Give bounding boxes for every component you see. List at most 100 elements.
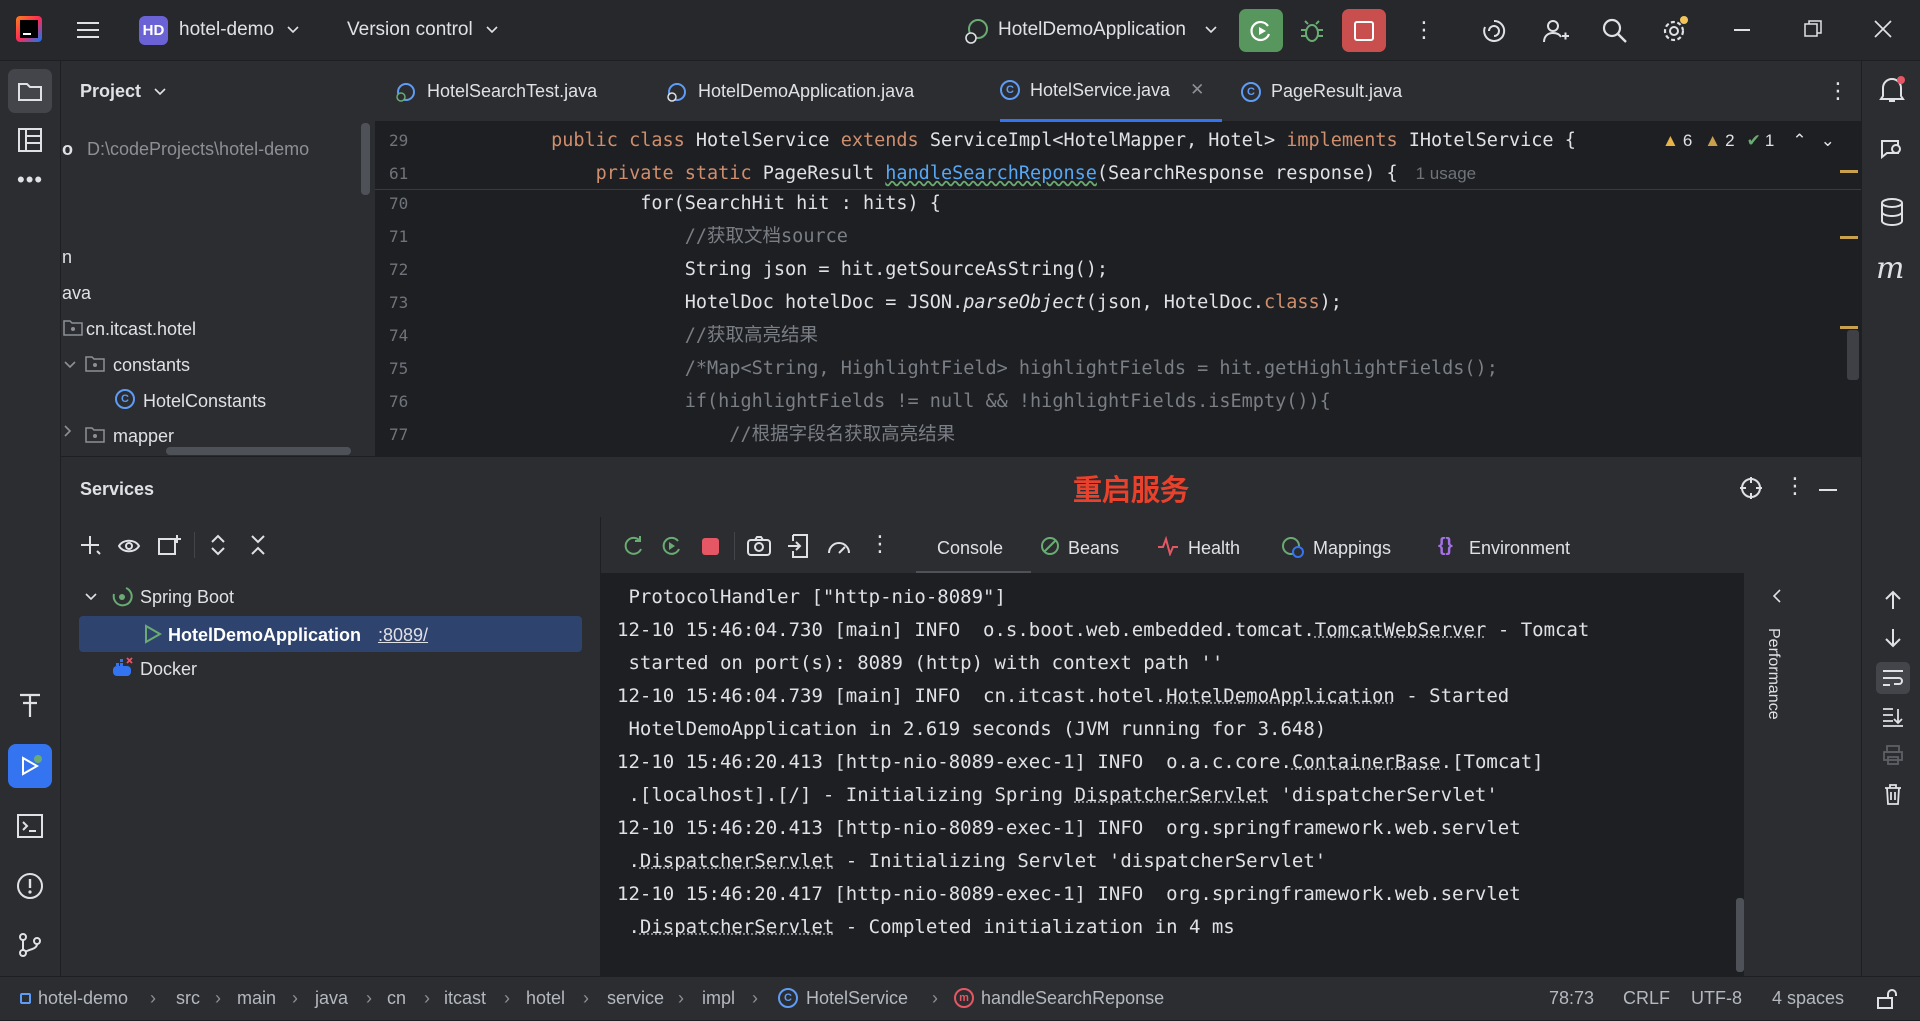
tree-item[interactable]: ava bbox=[62, 283, 91, 304]
tab-page-result[interactable]: C PageResult.java bbox=[1241, 61, 1402, 122]
structure-icon[interactable] bbox=[17, 127, 43, 153]
breadcrumb-item[interactable]: HotelService bbox=[806, 988, 908, 1009]
port-link[interactable]: :8089/ bbox=[378, 625, 428, 646]
project-badge[interactable]: HD bbox=[139, 16, 168, 45]
breadcrumb-item[interactable]: main bbox=[237, 988, 276, 1009]
line-number[interactable]: 70 bbox=[389, 187, 449, 220]
ai-assistant-icon[interactable] bbox=[1481, 18, 1507, 44]
console-scrollbar[interactable] bbox=[1736, 898, 1744, 972]
code-line[interactable]: 29 public class HotelService extends Ser… bbox=[375, 124, 1861, 157]
hide-panel-icon[interactable] bbox=[1819, 489, 1837, 491]
breadcrumb-item[interactable]: src bbox=[176, 988, 200, 1009]
console-options-icon[interactable]: ⋮ bbox=[869, 531, 891, 557]
add-user-icon[interactable] bbox=[1542, 17, 1570, 45]
arrow-down-icon[interactable] bbox=[1883, 628, 1903, 648]
maven-icon[interactable]: m bbox=[1876, 251, 1904, 286]
line-number[interactable]: 29 bbox=[389, 124, 449, 157]
tab-health[interactable]: Health bbox=[1188, 538, 1240, 559]
project-tool-button[interactable] bbox=[8, 69, 52, 113]
code-line[interactable]: 75 /*Map<String, HighlightField> highlig… bbox=[375, 352, 1861, 385]
profiler-gauge-icon[interactable] bbox=[826, 535, 852, 557]
restore-window-icon[interactable] bbox=[1804, 20, 1822, 38]
new-group-icon[interactable] bbox=[158, 534, 182, 556]
breadcrumb-item[interactable]: hotel-demo bbox=[38, 988, 128, 1009]
tree-item-mapper[interactable]: mapper bbox=[113, 426, 174, 447]
settings-gear-icon[interactable] bbox=[1660, 15, 1690, 45]
code-line[interactable]: 74 //获取高亮结果 bbox=[375, 319, 1861, 352]
code-area[interactable]: 29 public class HotelService extends Ser… bbox=[375, 124, 1861, 456]
minimize-window-icon[interactable] bbox=[1734, 29, 1750, 31]
line-number[interactable]: 75 bbox=[389, 352, 449, 385]
arrow-up-icon[interactable] bbox=[1883, 590, 1903, 610]
terminal-icon[interactable] bbox=[17, 814, 43, 838]
services-tool-button[interactable] bbox=[8, 744, 52, 788]
caret-position[interactable]: 78:73 bbox=[1549, 988, 1594, 1009]
performance-side-tab[interactable]: Performance bbox=[1764, 628, 1782, 720]
expand-all-icon[interactable] bbox=[210, 534, 226, 556]
close-window-icon[interactable] bbox=[1874, 20, 1892, 38]
crosshair-icon[interactable] bbox=[1739, 476, 1763, 500]
breadcrumb-item[interactable]: handleSearchReponse bbox=[981, 988, 1164, 1009]
indent-setting[interactable]: 4 spaces bbox=[1772, 988, 1844, 1009]
tree-item-constants[interactable]: constants bbox=[113, 355, 190, 376]
thread-dump-camera-icon[interactable] bbox=[747, 535, 771, 557]
tab-mappings[interactable]: Mappings bbox=[1313, 538, 1391, 559]
run-config-selector[interactable]: HotelDemoApplication bbox=[998, 19, 1186, 41]
lock-open-icon[interactable] bbox=[1876, 988, 1898, 1010]
line-number[interactable]: 61 bbox=[389, 157, 449, 190]
code-line[interactable]: 76 if(highlightFields != null && !highli… bbox=[375, 385, 1861, 418]
chevron-down-icon[interactable] bbox=[64, 360, 76, 370]
notifications-icon[interactable] bbox=[1878, 75, 1906, 105]
editor-scrollbar[interactable] bbox=[1847, 330, 1859, 380]
tree-item-class[interactable]: HotelConstants bbox=[143, 391, 266, 412]
search-icon[interactable] bbox=[1601, 17, 1629, 45]
file-encoding[interactable]: UTF-8 bbox=[1691, 988, 1742, 1009]
problems-icon[interactable] bbox=[16, 872, 44, 900]
breadcrumb-item[interactable]: itcast bbox=[444, 988, 486, 1009]
vertical-scrollbar[interactable] bbox=[361, 123, 370, 195]
tree-item[interactable]: n bbox=[62, 247, 72, 268]
horizontal-scrollbar[interactable] bbox=[166, 447, 351, 455]
tree-item-app[interactable]: HotelDemoApplication bbox=[168, 625, 361, 646]
breadcrumb-item[interactable]: java bbox=[315, 988, 348, 1009]
usage-hint[interactable]: 1 usage bbox=[1416, 164, 1477, 183]
line-number[interactable]: 74 bbox=[389, 319, 449, 352]
restart-icon[interactable] bbox=[659, 534, 683, 558]
debug-button[interactable] bbox=[1298, 17, 1326, 45]
chevron-right-icon[interactable] bbox=[63, 425, 73, 437]
database-icon[interactable] bbox=[1879, 197, 1905, 227]
inspection-widget[interactable]: ▲ 6 ▲ 2 ✔ 1 ⌃ ⌄ bbox=[1662, 131, 1835, 151]
rerun-icon[interactable] bbox=[621, 534, 645, 558]
code-line[interactable]: 72 String json = hit.getSourceAsString()… bbox=[375, 253, 1861, 286]
ai-chat-icon[interactable] bbox=[1878, 136, 1906, 164]
error-stripe-marker[interactable] bbox=[1840, 326, 1858, 329]
tree-group-spring-boot[interactable]: Spring Boot bbox=[140, 587, 234, 608]
tab-options-icon[interactable]: ⋮ bbox=[1827, 78, 1849, 104]
tab-hotel-demo-application[interactable]: HotelDemoApplication.java bbox=[666, 61, 914, 122]
error-stripe-marker[interactable] bbox=[1840, 170, 1858, 173]
line-number[interactable]: 77 bbox=[389, 418, 449, 451]
more-actions-icon[interactable]: ⋮ bbox=[1413, 17, 1435, 43]
code-line[interactable]: 77 //根据字段名获取高亮结果 bbox=[375, 418, 1861, 451]
main-menu-icon[interactable] bbox=[74, 17, 102, 43]
chevron-down-icon[interactable] bbox=[85, 592, 97, 602]
code-line[interactable]: 61 private static PageResult handleSearc… bbox=[375, 157, 1861, 190]
project-panel-title[interactable]: Project bbox=[80, 81, 141, 102]
soft-wrap-button[interactable] bbox=[1876, 662, 1910, 694]
line-number[interactable]: 76 bbox=[389, 385, 449, 418]
stop-button[interactable] bbox=[1342, 9, 1386, 52]
close-tab-icon[interactable]: ✕ bbox=[1190, 80, 1204, 100]
version-control-menu[interactable]: Version control bbox=[347, 19, 473, 41]
line-number[interactable]: 72 bbox=[389, 253, 449, 286]
exit-icon[interactable] bbox=[787, 534, 809, 558]
tab-hotel-search-test[interactable]: HotelSearchTest.java bbox=[395, 61, 597, 122]
endpoints-icon[interactable] bbox=[17, 691, 43, 719]
code-line[interactable]: 73 HotelDoc hotelDoc = JSON.parseObject(… bbox=[375, 286, 1861, 319]
add-service-icon[interactable] bbox=[80, 534, 102, 556]
rerun-button[interactable] bbox=[1239, 9, 1283, 52]
tab-console[interactable]: Console bbox=[916, 517, 1031, 574]
line-number[interactable]: 73 bbox=[389, 286, 449, 319]
line-separator[interactable]: CRLF bbox=[1623, 988, 1670, 1009]
breadcrumb-item[interactable]: cn bbox=[387, 988, 406, 1009]
trash-icon[interactable] bbox=[1884, 783, 1902, 805]
